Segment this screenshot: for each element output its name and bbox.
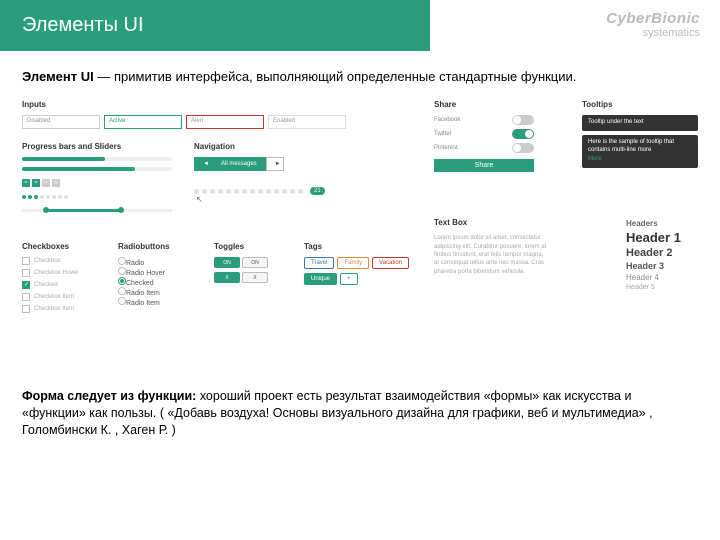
checkbox[interactable]	[22, 305, 30, 313]
nav-next-icon[interactable]: ►	[266, 157, 284, 171]
slide-title-bar: Элементы UI	[0, 0, 430, 51]
textbox-heading: Text Box	[434, 217, 550, 228]
toggle-off[interactable]: X	[242, 272, 268, 283]
tooltips-section: Tooltips Tooltip under the text Here is …	[582, 100, 698, 172]
checkboxes-heading: Checkboxes	[22, 242, 108, 251]
input-alert[interactable]: Alert	[186, 115, 264, 129]
progress-dots	[22, 195, 172, 199]
navigation-section: Navigation ◄ All messages ► 21 ↖	[194, 142, 325, 204]
inputs-section: Inputs Disabled Active Alert Enabled	[22, 100, 346, 129]
footer-text: Форма следует из функции: хороший проект…	[22, 388, 698, 439]
definition-text: Элемент UI — примитив интерфейса, выполн…	[22, 69, 698, 84]
radio-checked[interactable]	[118, 277, 126, 285]
toggle-on[interactable]: X	[214, 272, 240, 283]
radios-section: Radiobuttons Radio Radio Hover Checked R…	[118, 242, 204, 307]
header-4: Header 4	[626, 273, 698, 282]
toggles-heading: Toggles	[214, 242, 294, 251]
radios-heading: Radiobuttons	[118, 242, 204, 251]
input-disabled[interactable]: Disabled	[22, 115, 100, 129]
radio[interactable]	[118, 267, 126, 275]
tag[interactable]: Vacation	[372, 257, 409, 269]
header-2: Header 2	[626, 247, 698, 259]
progress-section: Progress bars and Sliders ===≡	[22, 142, 172, 212]
range-slider[interactable]	[22, 209, 172, 212]
checkboxes-section: Checkboxes Checkbox Checkbox Hover Check…	[22, 242, 108, 317]
progress-bar-2	[22, 167, 172, 171]
progress-heading: Progress bars and Sliders	[22, 142, 172, 151]
tooltips-heading: Tooltips	[582, 100, 698, 109]
nav-heading: Navigation	[194, 142, 325, 151]
tag[interactable]: Unique	[304, 273, 337, 285]
nav-prev-icon[interactable]: ◄	[194, 157, 212, 171]
textbox-body: Lorem ipsum dolor sit amet, consectetur …	[434, 234, 550, 276]
nav-dotline: 21	[194, 187, 325, 195]
header-1: Header 1	[626, 230, 698, 245]
toggle-on[interactable]: ON	[214, 257, 240, 268]
tag[interactable]: Family	[337, 257, 369, 269]
brand-logo: CyberBionic systematics	[606, 10, 700, 39]
nav-label[interactable]: All messages	[212, 157, 266, 171]
share-button[interactable]: Share	[434, 159, 534, 172]
progress-bar-1	[22, 157, 172, 161]
footer-bold: Форма следует из функции:	[22, 389, 196, 403]
inputs-heading: Inputs	[22, 100, 346, 109]
tooltip-more-link[interactable]: More	[588, 156, 692, 164]
switch[interactable]	[512, 115, 534, 125]
radio[interactable]	[118, 257, 126, 265]
tags-heading: Tags	[304, 242, 409, 251]
nav-badge: 21	[310, 187, 325, 195]
brand-sub: systematics	[643, 27, 700, 39]
header-3: Header 3	[626, 261, 698, 271]
toggle-off[interactable]: ON	[242, 257, 268, 268]
switch[interactable]	[512, 143, 534, 153]
cursor-icon: ↖	[196, 195, 325, 204]
header-5: Header 5	[626, 284, 698, 291]
input-plain[interactable]: Enabled	[268, 115, 346, 129]
headers-heading: Headers	[626, 219, 698, 228]
share-heading: Share	[434, 100, 534, 109]
ui-showcase: Inputs Disabled Active Alert Enabled Pro…	[22, 92, 698, 382]
nav-pager[interactable]: ◄ All messages ►	[194, 157, 325, 171]
input-active[interactable]: Active	[104, 115, 182, 129]
tag-add[interactable]: +	[340, 273, 358, 285]
radio[interactable]	[118, 297, 126, 305]
slide-title: Элементы UI	[22, 14, 144, 36]
share-section: Share Facebook Twitter Pinterest Share	[434, 100, 534, 172]
switch-on[interactable]	[512, 129, 534, 139]
definition-term: Элемент UI	[22, 69, 94, 84]
brand-name: CyberBionic	[606, 10, 700, 27]
checkbox-checked[interactable]	[22, 281, 30, 289]
checkbox[interactable]	[22, 257, 30, 265]
headers-section: Headers Header 1 Header 2 Header 3 Heade…	[626, 217, 698, 293]
tags-section: Tags Travel Family Vacation Unique +	[304, 242, 409, 289]
checkbox[interactable]	[22, 269, 30, 277]
checkbox[interactable]	[22, 293, 30, 301]
tooltip: Tooltip under the text	[582, 115, 698, 131]
toggles-section: Toggles ON ON X X	[214, 242, 294, 287]
tag[interactable]: Travel	[304, 257, 334, 269]
tooltip-multiline: Here is the sample of tooltip that conta…	[582, 135, 698, 168]
textbox-section: Text Box Lorem ipsum dolor sit amet, con…	[434, 217, 550, 276]
slider-steps[interactable]: ===≡	[22, 179, 172, 187]
radio[interactable]	[118, 287, 126, 295]
